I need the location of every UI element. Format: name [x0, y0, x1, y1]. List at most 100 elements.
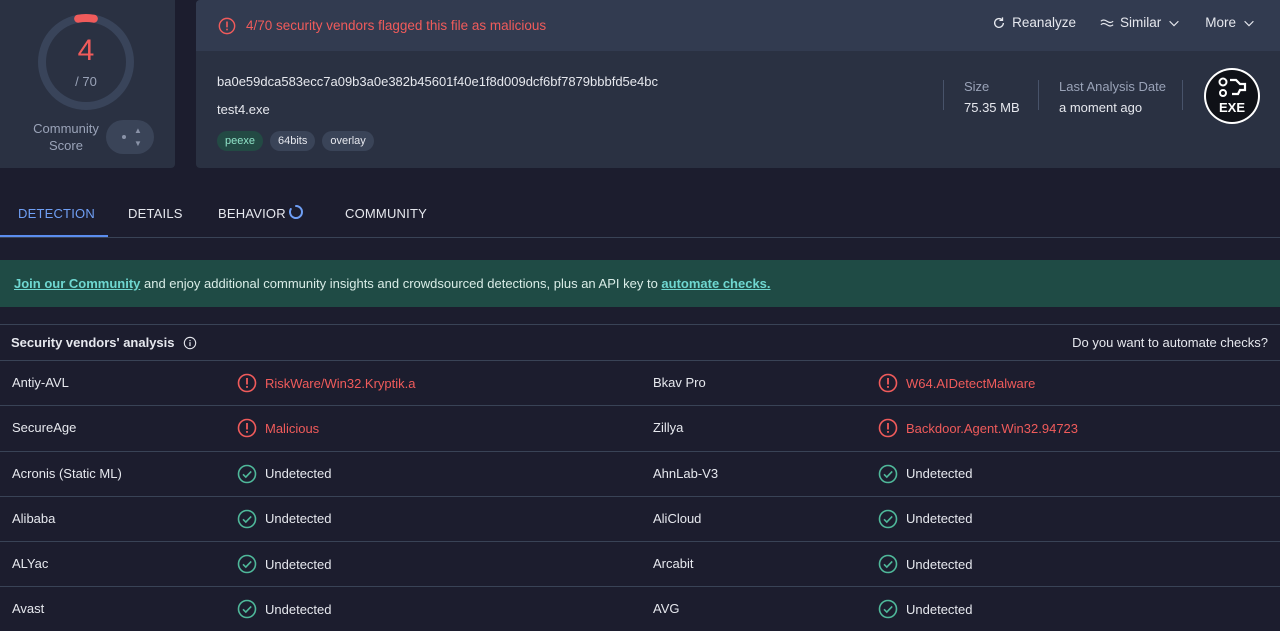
table-row: Alibaba Undetected AliCloud Undetected	[0, 497, 1280, 543]
tab-details[interactable]: DETAILS	[128, 206, 183, 221]
alert-circle-icon	[237, 373, 257, 393]
info-icon[interactable]	[183, 336, 197, 350]
result-text: Backdoor.Agent.Win32.94723	[906, 420, 1079, 436]
reanalyze-button[interactable]: Reanalyze	[992, 15, 1076, 30]
similar-icon	[1100, 18, 1114, 27]
table-row: Acronis (Static ML) Undetected AhnLab-V3 Un…	[0, 452, 1280, 497]
tag-64bits[interactable]: 64bits	[269, 131, 316, 151]
result-text: Undetected	[265, 601, 332, 617]
vendor-total: / 70	[75, 74, 97, 89]
vendor-result: Undetected	[237, 464, 332, 484]
vendor-name: AhnLab-V3	[653, 465, 719, 481]
gear-chain-icon	[1218, 77, 1247, 97]
vendor-result: Undetected	[237, 509, 332, 529]
check-circle-icon	[237, 464, 257, 483]
more-label: More	[1205, 15, 1236, 30]
file-type-badge: EXE	[1204, 68, 1260, 124]
tag-peexe[interactable]: peexe	[217, 131, 263, 151]
file-type-label: EXE	[1218, 100, 1245, 115]
result-text: RiskWare/Win32.Kryptik.a	[265, 375, 416, 391]
detection-count: 4	[77, 34, 95, 67]
vendor-result: Malicious	[237, 418, 319, 438]
chevron-down-icon	[1169, 20, 1180, 26]
tab-community[interactable]: COMMUNITY	[345, 206, 427, 221]
last-analysis-value: a moment ago	[1059, 100, 1143, 115]
result-text: Malicious	[265, 420, 320, 436]
vendor-name: AliCloud	[653, 510, 702, 526]
more-button[interactable]: More	[1205, 15, 1256, 30]
vendor-result: Backdoor.Agent.Win32.94723	[878, 418, 1078, 438]
vote-dot-icon	[122, 135, 126, 139]
size-label: Size	[964, 79, 990, 94]
tag-overlay[interactable]: overlay	[322, 131, 374, 151]
vendor-name: SecureAge	[12, 420, 77, 436]
community-vote-control[interactable]: ▲ ▼	[106, 120, 154, 154]
similar-button[interactable]: Similar	[1100, 15, 1181, 30]
vendor-rows: Antiy-AVL RiskWare/Win32.Kryptik.a Bkav Pr…	[0, 361, 1280, 631]
reanalyze-label: Reanalyze	[1012, 15, 1076, 30]
last-analysis-label: Last Analysis Date	[1059, 79, 1166, 94]
community-banner: Join our Community and enjoy additional …	[0, 260, 1280, 307]
vendor-name: Arcabit	[653, 556, 694, 572]
table-row: ALYac Undetected Arcabit Undetected	[0, 542, 1280, 588]
loading-spinner-icon	[289, 205, 303, 219]
vendor-result: W64.AIDetectMalware	[878, 373, 1035, 393]
result-text: Undetected	[265, 511, 332, 527]
vendor-name: Zillya	[653, 420, 684, 436]
vendor-name: Antiy-AVL	[12, 375, 69, 390]
analysis-header: Security vendors' analysis Do you want t…	[0, 324, 1280, 361]
table-row: Avast Undetected AVG Undetected	[0, 587, 1280, 631]
alert-circle-icon	[237, 418, 257, 438]
alert-circle-icon	[878, 373, 898, 393]
check-circle-icon	[237, 554, 257, 574]
file-tags: peexe 64bits overlay	[217, 131, 374, 151]
size-value: 75.35 MB	[964, 100, 1020, 115]
vendor-name: Bkav Pro	[653, 375, 706, 390]
community-score-card: 4 / 70 Community Score ▲ ▼	[0, 0, 175, 168]
tab-bar: DETECTION DETAILS BEHAVIOR COMMUNITY	[0, 190, 1280, 238]
active-tab-indicator	[0, 235, 108, 237]
vendor-name: ALYac	[12, 556, 49, 572]
action-bar: Reanalyze Similar More	[992, 15, 1256, 30]
check-circle-icon	[878, 509, 898, 529]
meta-divider	[943, 80, 944, 110]
file-summary-panel: 4/70 security vendors flagged this file …	[196, 0, 1280, 168]
tab-behavior[interactable]: BEHAVIOR	[218, 206, 286, 221]
check-circle-icon	[237, 509, 257, 529]
automate-question[interactable]: Do you want to automate checks?	[1072, 335, 1268, 350]
banner-text: and enjoy additional community insights …	[140, 276, 662, 291]
table-row: SecureAge Malicious Zillya Backdoor.Agent.W…	[0, 406, 1280, 452]
alert-circle-icon	[878, 418, 898, 438]
vendor-result: Undetected	[237, 599, 332, 619]
vendor-result: Undetected	[878, 554, 973, 574]
refresh-icon	[994, 16, 1005, 28]
result-text: Undetected	[906, 556, 973, 572]
vendor-name: Avast	[12, 601, 45, 617]
file-hash[interactable]: ba0e59dca583ecc7a09b3a0e382b45601f40e1f8…	[217, 74, 658, 89]
result-text: Undetected	[906, 466, 973, 482]
alert-text: 4/70 security vendors flagged this file …	[246, 18, 547, 33]
community-score-label: Community Score	[33, 121, 99, 153]
file-name: test4.exe	[217, 102, 270, 117]
vendor-result: Undetected	[237, 554, 332, 574]
chevron-down-icon	[1244, 20, 1254, 26]
check-circle-icon	[878, 554, 898, 574]
vendor-result: RiskWare/Win32.Kryptik.a	[237, 373, 416, 393]
check-circle-icon	[237, 600, 257, 619]
vendor-analysis: Security vendors' analysis Do you want t…	[0, 324, 1280, 631]
vendor-result: Undetected	[878, 509, 973, 529]
vote-up-icon[interactable]: ▲	[134, 126, 142, 135]
vendor-name: Alibaba	[12, 510, 56, 526]
result-text: Undetected	[906, 601, 973, 617]
check-circle-icon	[878, 464, 898, 483]
tab-detection[interactable]: DETECTION	[18, 206, 95, 221]
join-community-link[interactable]: Join our Community	[14, 276, 140, 291]
result-text: Undetected	[265, 466, 332, 482]
automate-checks-link[interactable]: automate checks.	[661, 276, 770, 291]
meta-divider	[1182, 80, 1183, 110]
vendor-result: Undetected	[878, 464, 973, 484]
vote-down-icon[interactable]: ▼	[134, 139, 142, 148]
check-circle-icon	[878, 600, 898, 619]
result-text: Undetected	[265, 556, 332, 572]
vendor-result: Undetected	[878, 599, 973, 619]
